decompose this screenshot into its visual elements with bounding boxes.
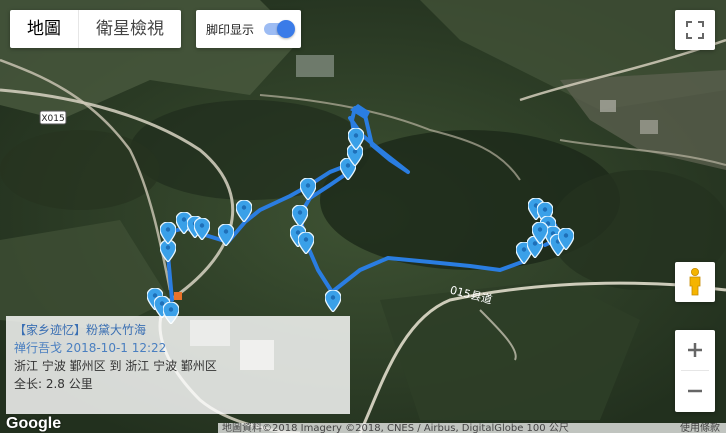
pegman-icon [689,268,701,296]
track-length: 全长: 2.8 公里 [14,377,93,391]
track-info-panel: 【家乡迹忆】粉黛大竹海 禅行吾戈 2018-10-1 12:22 浙江 宁波 鄞… [6,316,350,414]
road-label-x015: X015 [39,110,67,125]
street-view-pegman-button[interactable] [675,262,715,302]
minus-icon [688,389,702,393]
map-type-map-button[interactable]: 地圖 [10,10,78,48]
svg-text:X015: X015 [41,114,64,124]
fullscreen-button[interactable] [675,10,715,50]
map-attribution: 地圖資料©2018 Imagery ©2018, CNES / Airbus, … [218,423,726,433]
map-type-satellite-button[interactable]: 衛星檢視 [78,10,181,48]
fullscreen-icon [686,21,704,39]
map-type-control: 地圖 衛星檢視 [10,10,181,48]
terms-link[interactable]: 使用條款 [680,423,720,433]
zoom-out-button[interactable] [675,371,715,411]
start-marker [174,292,182,300]
track-title[interactable]: 【家乡迹忆】粉黛大竹海 [14,321,342,339]
google-logo: Google [6,415,62,432]
track-display-label: 脚印显示 [206,22,255,37]
attribution-text: 地圖資料©2018 Imagery ©2018, CNES / Airbus, … [222,423,569,433]
plus-icon [688,343,702,357]
track-author-date: 禅行吾戈 2018-10-1 12:22 [14,341,167,355]
zoom-in-button[interactable] [675,330,715,370]
track-display-control: 脚印显示 [196,10,301,48]
toggle-knob [277,20,296,38]
track-route: 浙江 宁波 鄞州区 到 浙江 宁波 鄞州区 [14,359,217,373]
zoom-control [675,330,715,412]
track-display-toggle[interactable] [264,20,296,38]
